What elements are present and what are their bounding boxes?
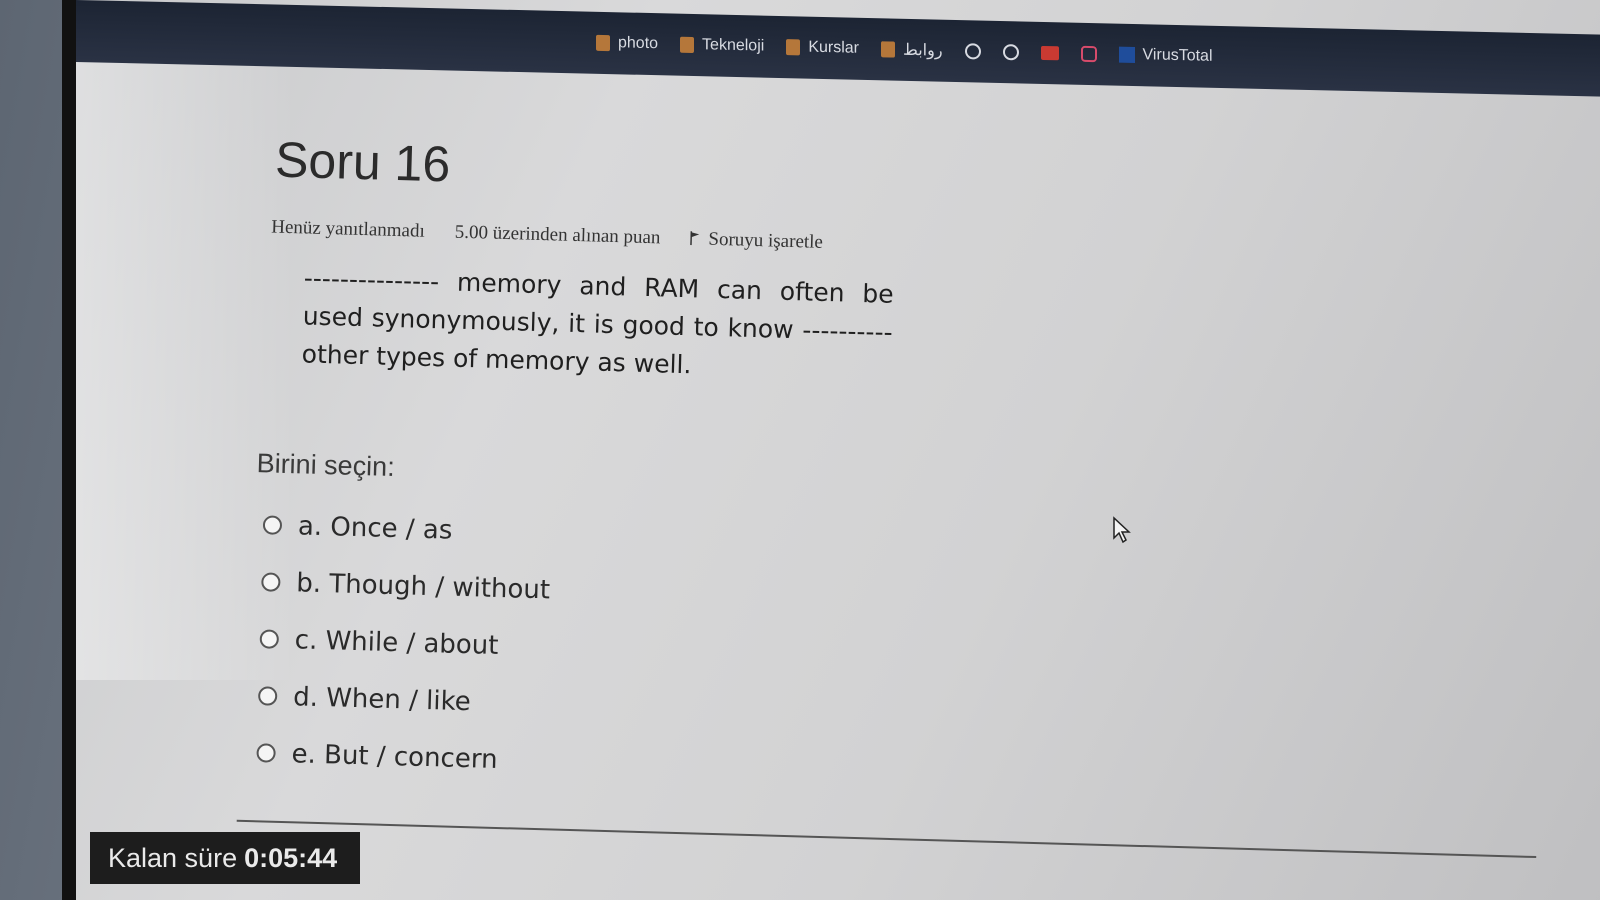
flag-question-label: Soruyu işaretle xyxy=(708,228,824,253)
bookmark-mail[interactable] xyxy=(1040,45,1059,61)
radio-button[interactable] xyxy=(262,515,283,535)
answer-option-label: c. While / about xyxy=(294,624,499,661)
question-meta: Henüz yanıtlanmadı 5.00 üzerinden alınan… xyxy=(271,216,823,253)
globe-icon xyxy=(964,43,981,60)
bookmark-label: Tekneloji xyxy=(702,36,765,55)
bookmark-kurslar[interactable]: Kurslar xyxy=(786,38,859,58)
virustotal-icon xyxy=(1118,46,1135,64)
bookmark-tekneloji[interactable]: Tekneloji xyxy=(680,36,764,56)
answer-status: Henüz yanıtlanmadı xyxy=(271,216,426,242)
answer-option-b[interactable]: b. Though / without xyxy=(261,553,551,618)
question-points: 5.00 üzerinden alınan puan xyxy=(454,221,661,249)
time-remaining-box: Kalan süre 0:05:44 xyxy=(90,832,360,884)
bookmark-label: photo xyxy=(618,34,659,53)
content-divider xyxy=(236,819,1537,859)
answer-options: a. Once / as b. Though / without c. Whil… xyxy=(256,496,553,789)
bookmark-globe-2[interactable] xyxy=(1002,44,1019,61)
browser-screen: photo Tekneloji Kurslar روابط VirusTotal xyxy=(62,0,1600,900)
answer-option-c[interactable]: c. While / about xyxy=(259,610,549,675)
bookmarks-bar: photo Tekneloji Kurslar روابط VirusTotal xyxy=(76,0,1600,97)
bookmark-label: روابط xyxy=(903,41,943,60)
question-text: --------------- memory and RAM can often… xyxy=(301,263,895,380)
bookmark-instagram[interactable] xyxy=(1080,45,1097,63)
folder-icon xyxy=(680,36,695,54)
answer-option-label: e. But / concern xyxy=(291,738,498,775)
answer-option-e[interactable]: e. But / concern xyxy=(256,724,546,789)
globe-icon xyxy=(1002,44,1019,61)
answer-option-label: b. Though / without xyxy=(295,567,551,605)
folder-icon xyxy=(596,34,610,52)
mail-icon xyxy=(1040,45,1059,61)
flag-icon xyxy=(690,231,700,246)
radio-button[interactable] xyxy=(259,629,280,649)
folder-icon xyxy=(881,41,895,58)
question-panel: Soru 16 Henüz yanıtlanmadı 5.00 üzerinde… xyxy=(235,130,1555,900)
flag-question-link[interactable]: Soruyu işaretle xyxy=(690,228,823,254)
bookmark-photo[interactable]: photo xyxy=(596,34,658,53)
radio-button[interactable] xyxy=(257,686,278,706)
answer-option-label: a. Once / as xyxy=(297,510,453,546)
answer-option-label: d. When / like xyxy=(292,681,472,717)
bookmark-label: VirusTotal xyxy=(1142,46,1213,65)
bookmark-virustotal[interactable]: VirusTotal xyxy=(1118,46,1213,66)
bookmark-links[interactable]: روابط xyxy=(881,39,943,60)
folder-icon xyxy=(786,39,801,56)
mouse-cursor-icon xyxy=(1113,516,1131,544)
bookmark-label: Kurslar xyxy=(808,38,859,57)
radio-button[interactable] xyxy=(261,572,281,592)
answer-option-d[interactable]: d. When / like xyxy=(257,667,547,732)
answer-option-a[interactable]: a. Once / as xyxy=(262,496,552,561)
instagram-icon xyxy=(1080,45,1097,63)
question-title: Soru 16 xyxy=(274,131,452,193)
timer-value: 0:05:44 xyxy=(244,842,338,873)
radio-button[interactable] xyxy=(256,743,276,763)
bookmark-globe-1[interactable] xyxy=(964,43,981,60)
timer-label: Kalan süre xyxy=(108,842,238,873)
answer-prompt: Birini seçin: xyxy=(256,448,396,482)
